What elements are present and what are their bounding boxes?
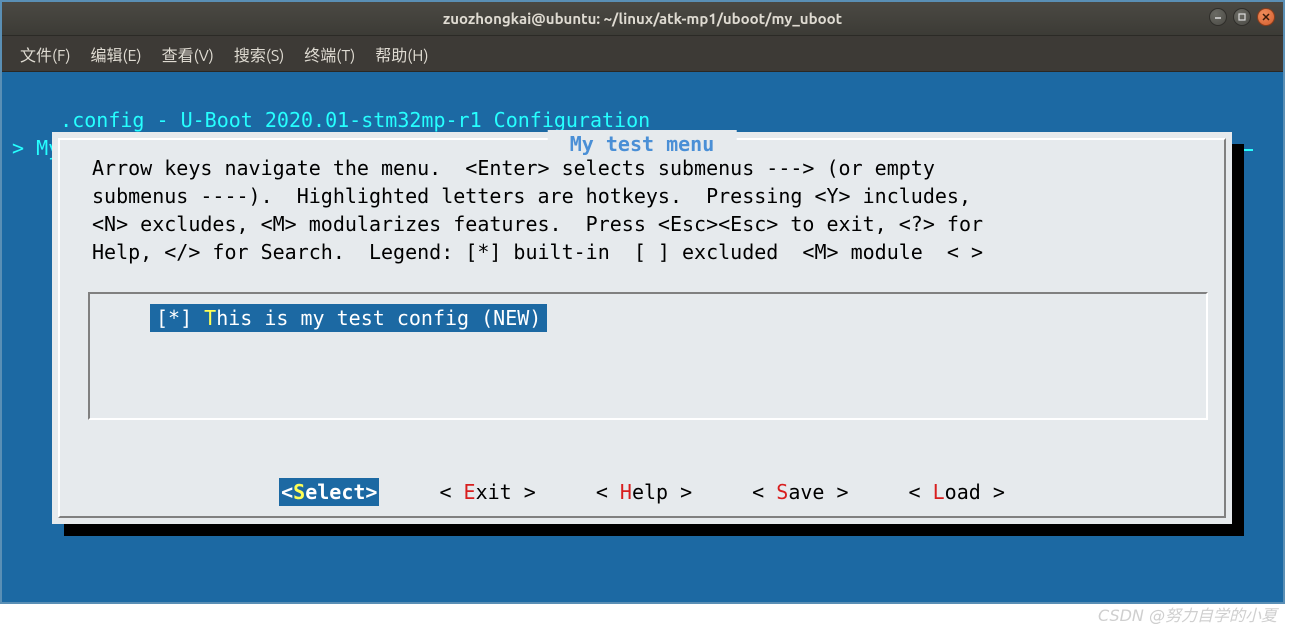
- menu-search[interactable]: 搜索(S): [226, 38, 292, 70]
- close-button[interactable]: [1257, 8, 1275, 26]
- menu-view[interactable]: 查看(V): [154, 38, 222, 70]
- dialog-buttons: <Select> < Exit > < Help > < Save > < Lo…: [52, 478, 1232, 506]
- window-controls: [1209, 8, 1275, 26]
- menubar: 文件(F) 编辑(E) 查看(V) 搜索(S) 终端(T) 帮助(H): [2, 36, 1283, 72]
- watermark: CSDN @努力自学的小夏: [1098, 602, 1277, 626]
- save-button[interactable]: < Save >: [752, 478, 848, 506]
- menu-file[interactable]: 文件(F): [12, 38, 79, 70]
- window-title: zuozhongkai@ubuntu: ~/linux/atk-mp1/uboo…: [443, 10, 842, 27]
- minimize-button[interactable]: [1209, 8, 1227, 26]
- config-title: .config - U-Boot 2020.01-stm32mp-r1 Conf…: [60, 108, 650, 132]
- menu-terminal[interactable]: 终端(T): [296, 38, 363, 70]
- config-item-my-test[interactable]: [*] This is my test config (NEW): [150, 304, 547, 332]
- select-button[interactable]: <Select>: [279, 478, 379, 506]
- dialog-title: My test menu: [548, 130, 737, 158]
- menu-help[interactable]: 帮助(H): [367, 38, 436, 70]
- exit-button[interactable]: < Exit >: [439, 478, 535, 506]
- terminal-area[interactable]: .config - U-Boot 2020.01-stm32mp-r1 Conf…: [2, 72, 1283, 602]
- maximize-button[interactable]: [1233, 8, 1251, 26]
- dialog-help-text: Arrow keys navigate the menu. <Enter> se…: [92, 154, 1202, 266]
- terminal-window: zuozhongkai@ubuntu: ~/linux/atk-mp1/uboo…: [2, 2, 1283, 602]
- menuconfig-dialog: My test menu Arrow keys navigate the men…: [52, 132, 1232, 524]
- load-button[interactable]: < Load >: [909, 478, 1005, 506]
- titlebar: zuozhongkai@ubuntu: ~/linux/atk-mp1/uboo…: [2, 2, 1283, 36]
- config-list: [*] This is my test config (NEW): [88, 292, 1208, 420]
- menu-edit[interactable]: 编辑(E): [83, 38, 150, 70]
- help-button[interactable]: < Help >: [596, 478, 692, 506]
